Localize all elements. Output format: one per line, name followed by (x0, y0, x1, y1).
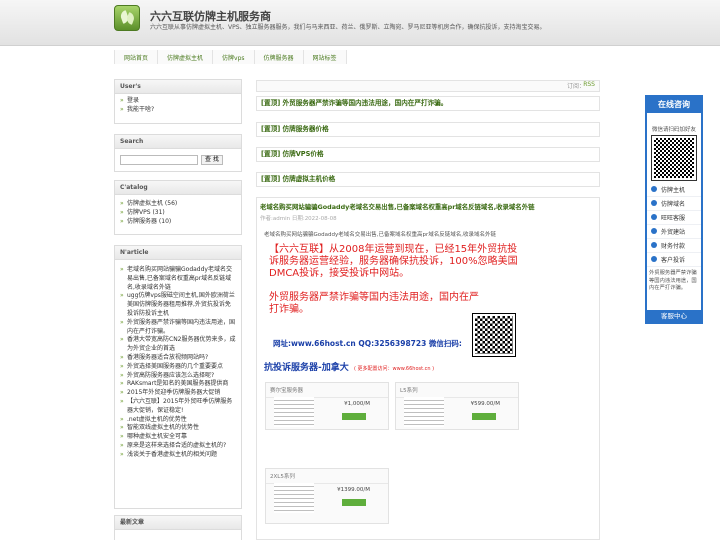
subscribe-bar: 订阅： RSS (256, 80, 600, 92)
order-button[interactable] (342, 499, 366, 506)
canada-banner-note: ( 更多配置访问：www.66host.cn ) (353, 366, 435, 372)
article-link[interactable]: 浅谈关于香港虚拟主机的相关问题 (120, 451, 236, 460)
article-link[interactable]: ugg仿牌vps服磁空间主机,国外欧洲荷兰美国仿牌服务器租用推荐,外贸抗投诉免投… (120, 292, 236, 318)
search-button[interactable]: 查 找 (201, 155, 223, 165)
article-link[interactable]: 哪种虚拟主机安全可靠 (120, 433, 236, 442)
consult-note: 外贸服务器严禁诈骗等国内违法用途，国内在严打诈骗。 (649, 270, 697, 291)
consult-header: 在线咨询 (647, 97, 701, 113)
product-name: 2XL5系列 (266, 469, 388, 484)
article-title[interactable]: 老域名购买网站骗骗Godaddy老域名交易出售,已备案域名权重高pr域名反链域名… (260, 202, 534, 211)
consult-item-domain[interactable]: 仿牌域名 (647, 197, 701, 211)
article-link[interactable]: 香港大带宽高防CN2服务器优势来多，成为外贸企业的首选 (120, 336, 236, 354)
order-button[interactable] (472, 413, 496, 420)
article-link[interactable]: 外贸选择美国服务器的几个重要要点 (120, 363, 236, 372)
nav-home[interactable]: 网站首页 (114, 50, 159, 64)
post-title-link[interactable]: [置顶] 外贸服务器严禁诈骗等国内违法用途，国内在严打诈骗。 (256, 96, 600, 111)
nav-tags[interactable]: 网站标签 (302, 50, 347, 64)
post-title-link[interactable]: [置顶] 仿牌服务器价格 (256, 122, 600, 137)
article-link[interactable]: RAKsmart是知名的美国服务器提供商 (120, 380, 236, 389)
product-name: 赛尔宝服务器 (266, 383, 388, 398)
article-link[interactable]: 2015年外贸迎季仿牌服务器大促销 (120, 389, 236, 398)
article-link[interactable]: 【六六互联】2015年外贸旺季仿牌服务器大促销，保证稳定! (120, 398, 236, 416)
rss-link[interactable]: RSS (583, 81, 595, 88)
search-input[interactable] (120, 155, 198, 165)
user-panel: User's 登录 我能干啥? (114, 79, 242, 124)
articles-panel: N'article 老域名购买网站骗骗Godaddy老域名交易出售,已备案域名权… (114, 245, 242, 509)
site-description: 六六互联从事仿牌虚拟主机、VPS、独立服务器服务，我们与马来西亚、荷兰、俄罗斯、… (150, 24, 546, 31)
article-link[interactable]: 智能双线虚拟主机的优势性 (120, 424, 236, 433)
search-panel-title: Search (115, 135, 241, 149)
article-meta: 作者:admin 日期:2022-08-08 (260, 216, 337, 222)
product-spec (274, 483, 314, 513)
canada-banner-title: 抗投诉服务器-加拿大 (264, 363, 349, 373)
promo-banner: 【六六互联】从2008年运营到现在，已经15年外贸抗投诉服务器运营经验，服务器确… (263, 242, 521, 368)
article-link[interactable]: 外贸服务器严禁诈骗等国内违法用途，国内在严打诈骗。 (120, 319, 236, 337)
main-nav: 网站首页 仿牌虚拟主机 仿牌vps 仿牌服务器 网站标签 (114, 50, 347, 64)
article-summary: 老域名购买网站骗骗Godaddy老域名交易出售,已备案域名权重高pr域名反链域名… (264, 232, 496, 238)
banner-text: 【六六互联】从2008年运营到现在，已经15年外贸抗投诉服务器运营经验，服务器确… (269, 244, 518, 279)
consult-item-website[interactable]: 外贸建站 (647, 225, 701, 239)
article: 老域名购买网站骗骗Godaddy老域名交易出售,已备案域名权重高pr域名反链域名… (256, 197, 600, 540)
customer-service-button[interactable]: 客服中心 (647, 310, 701, 322)
product-spec (404, 397, 444, 427)
consult-item-virtual-host[interactable]: 仿牌主机 (647, 183, 701, 197)
product-spec (274, 397, 314, 427)
consult-item-complaint[interactable]: 客户投诉 (647, 253, 701, 267)
post-title-link[interactable]: [置顶] 仿牌VPS价格 (256, 147, 600, 162)
product-card: 2XL5系列 ¥1399.00/M (265, 468, 389, 524)
order-button[interactable] (342, 413, 366, 420)
catalog-panel-title: C'atalog (115, 181, 241, 195)
user-panel-title: User's (115, 80, 241, 94)
article-link[interactable]: 原来是这样来选择合适的虚拟主机的? (120, 442, 236, 451)
product-price: ¥1399.00/M (337, 487, 370, 493)
catalog-item-virtual-host[interactable]: 仿牌虚拟主机 (56) (120, 200, 236, 209)
product-price: ¥599.00/M (470, 401, 500, 407)
online-consult-panel: 在线咨询 微信请扫码加好友 仿牌主机 仿牌域名 旺旺客服 外贸建站 财务付款 客… (645, 95, 703, 324)
post-title-link[interactable]: [置顶] 仿牌虚拟主机价格 (256, 172, 600, 187)
help-link[interactable]: 我能干啥? (120, 106, 236, 115)
logo-icon[interactable] (114, 5, 140, 31)
recent-panel-title: 最新文章 (115, 516, 241, 530)
search-panel: Search 查 找 (114, 134, 242, 172)
catalog-item-vps[interactable]: 仿牌VPS (31) (120, 209, 236, 218)
article-link[interactable]: 老域名购买网站骗骗Godaddy老域名交易出售,已备案域名权重高pr域名反链域名… (120, 266, 236, 292)
consult-item-wangwang[interactable]: 旺旺客服 (647, 211, 701, 225)
banner-website: 网址:www.66host.cn QQ:3256398723 微信扫码: (273, 339, 462, 348)
product-price: ¥1,000/M (344, 401, 370, 407)
catalog-panel: C'atalog 仿牌虚拟主机 (56) 仿牌VPS (31) 仿牌服务器 (1… (114, 180, 242, 235)
wechat-qr-icon (651, 135, 697, 181)
recent-panel: 最新文章 (114, 515, 242, 540)
consult-item-payment[interactable]: 财务付款 (647, 239, 701, 253)
login-link[interactable]: 登录 (120, 97, 236, 106)
product-name: L5系列 (396, 383, 518, 398)
nav-vps[interactable]: 仿牌vps (212, 50, 255, 64)
banner-warning: 外贸服务器严禁诈骗等国内违法用途，国内在严打诈骗。 (269, 292, 479, 315)
catalog-item-servers[interactable]: 仿牌服务器 (10) (120, 218, 236, 227)
wechat-label: 微信请扫码加好友 (651, 127, 696, 133)
articles-panel-title: N'article (115, 246, 241, 260)
nav-servers[interactable]: 仿牌服务器 (253, 50, 304, 64)
site-header: 六六互联仿牌主机服务商 六六互联从事仿牌虚拟主机、VPS、独立服务器服务，我们与… (0, 0, 720, 46)
nav-virtual-host[interactable]: 仿牌虚拟主机 (157, 50, 214, 64)
qr-code-icon (472, 313, 516, 357)
canada-banner: 抗投诉服务器-加拿大 ( 更多配置访问：www.66host.cn ) (264, 360, 434, 373)
product-card: L5系列 ¥599.00/M (395, 382, 519, 430)
article-link[interactable]: 香港服务器适合放视频网站吗? (120, 354, 236, 363)
product-card: 赛尔宝服务器 ¥1,000/M (265, 382, 389, 430)
